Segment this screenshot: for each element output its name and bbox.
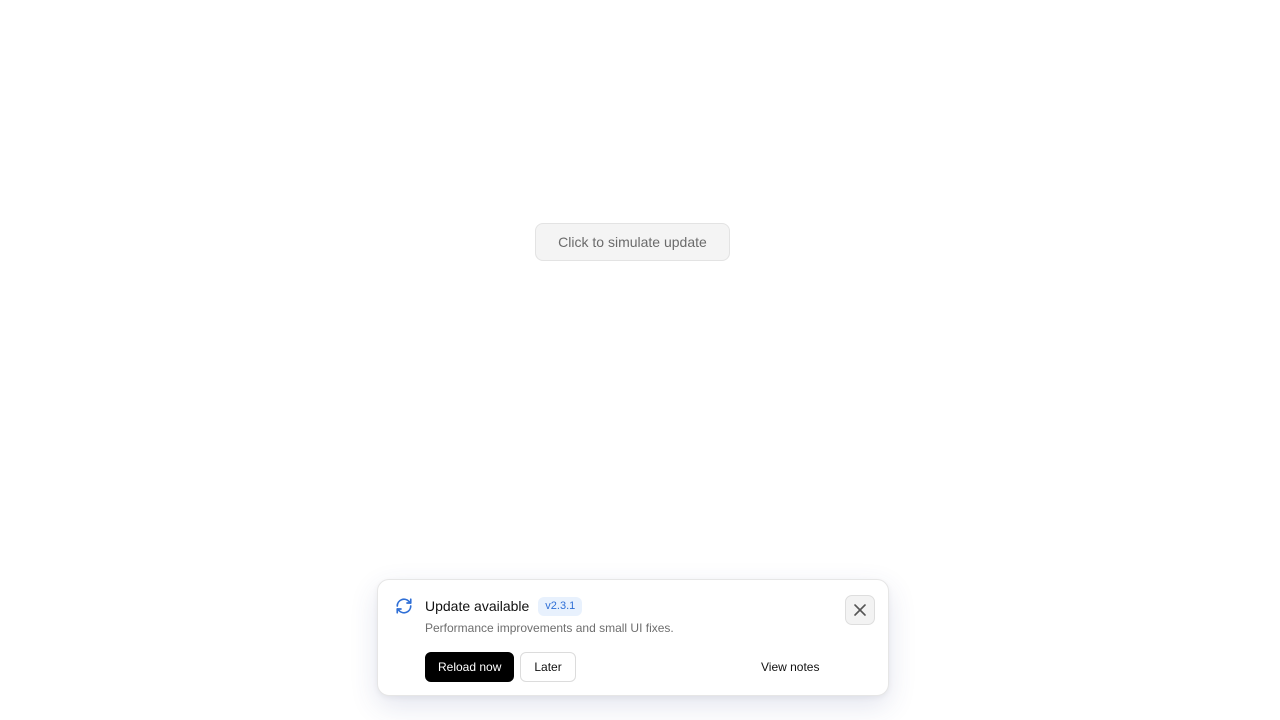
refresh-icon [395, 597, 413, 615]
later-button[interactable]: Later [520, 652, 576, 682]
close-icon [853, 603, 867, 617]
toast-actions: Reload now Later [425, 652, 576, 682]
simulate-update-button[interactable]: Click to simulate update [535, 223, 730, 261]
update-toast: Update available v2.3.1 Performance impr… [377, 579, 889, 696]
version-badge: v2.3.1 [538, 596, 583, 616]
toast-title: Update available [425, 598, 530, 614]
toast-description: Performance improvements and small UI fi… [425, 621, 674, 635]
toast-header: Update available v2.3.1 [425, 596, 583, 616]
reload-now-button[interactable]: Reload now [425, 652, 515, 682]
view-notes-link[interactable]: View notes [761, 658, 819, 676]
close-button[interactable] [845, 595, 875, 625]
